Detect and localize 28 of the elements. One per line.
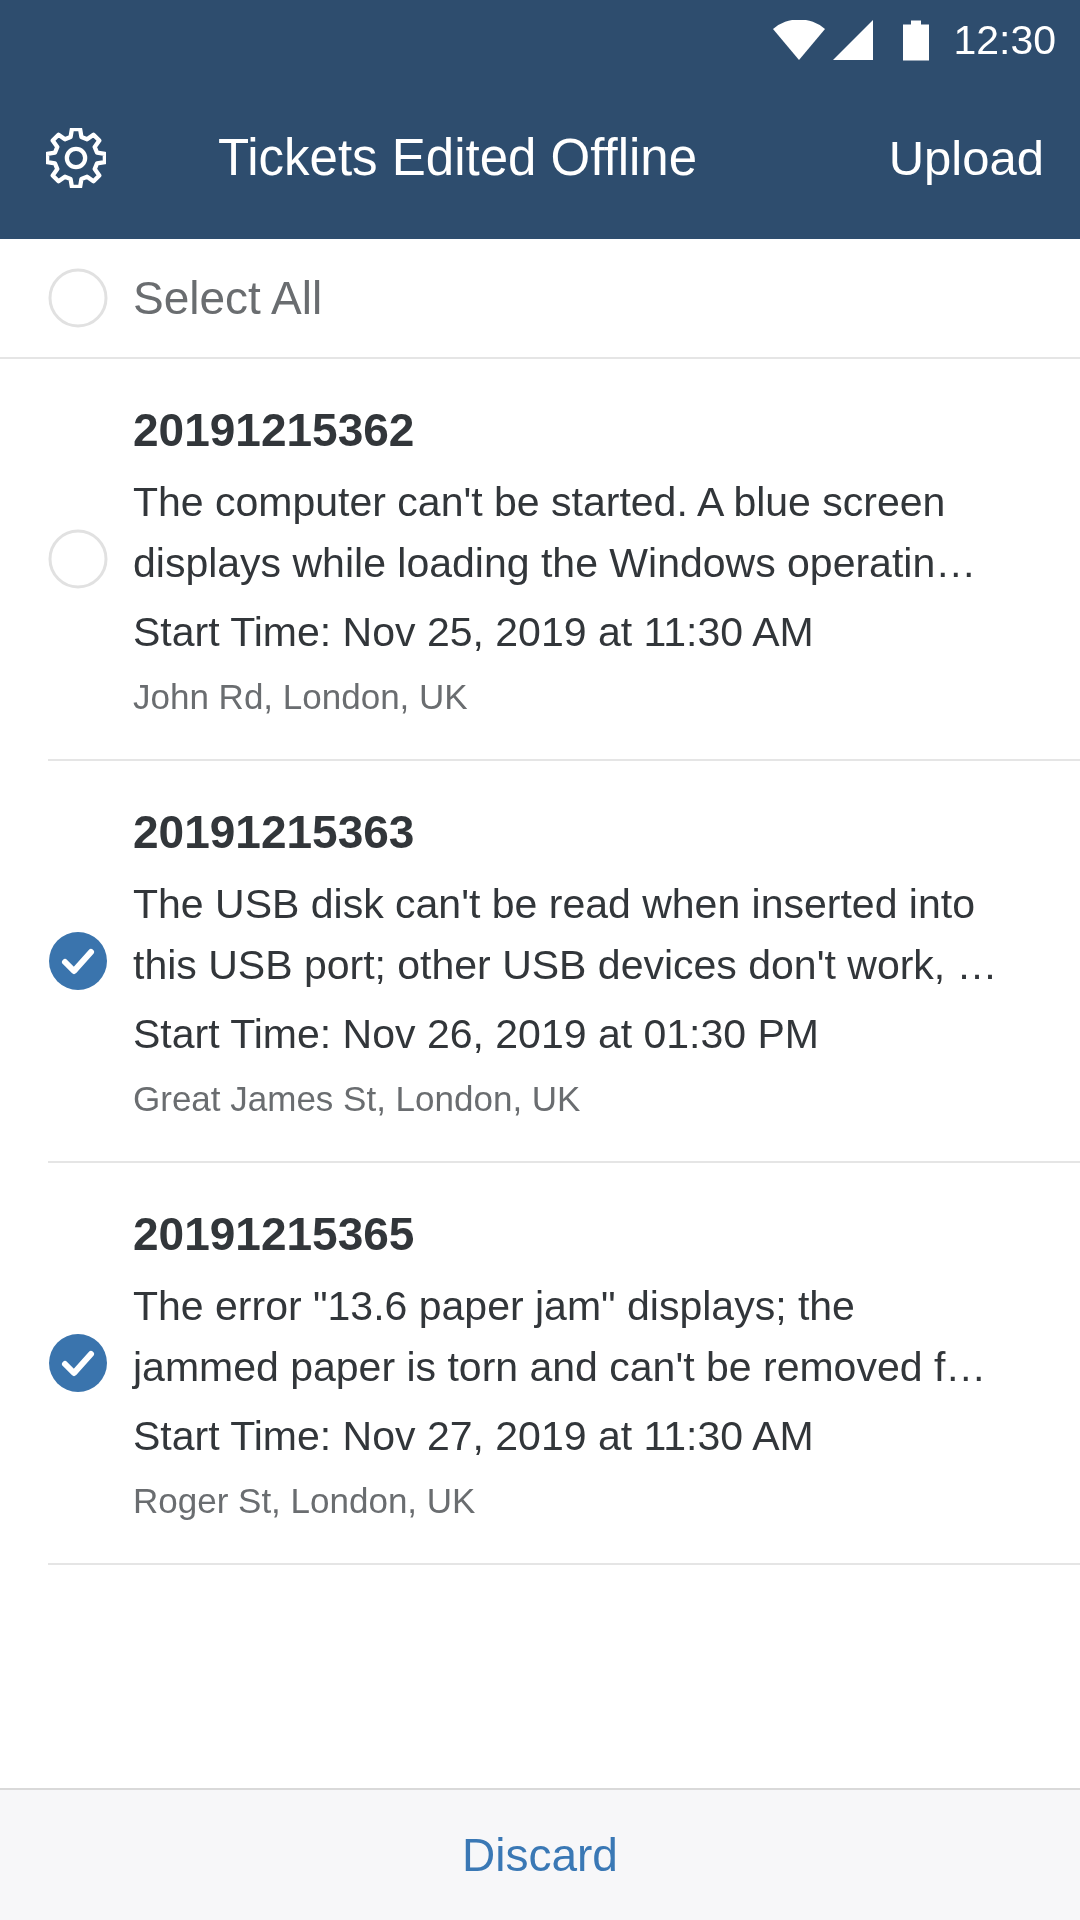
ticket-start-time: Start Time: Nov 26, 2019 at 01:30 PM — [133, 1010, 820, 1059]
status-time: 12:30 — [953, 16, 1056, 64]
ticket-checkbox[interactable] — [48, 529, 108, 589]
wifi-icon — [773, 20, 826, 60]
ticket-address: Roger St, London, UK — [133, 1480, 477, 1522]
ticket-description: The computer can't be started. A blue screen displays while loading the Windows operatin… — [133, 478, 977, 588]
ticket-list-item[interactable]: 20191215363 The USB disk can't be read when inserted into this USB port; other USB devices don't work, … Start Time: Nov 26, 2019 at 01:30 PM Great James St, London, UK — [48, 761, 1080, 1163]
discard-button[interactable]: Discard — [462, 1827, 618, 1883]
upload-button[interactable]: Upload — [888, 127, 1044, 188]
settings-icon[interactable] — [46, 127, 106, 188]
ticket-address: John Rd, London, UK — [133, 676, 469, 718]
ticket-number: 20191215365 — [133, 1207, 416, 1262]
ticket-description: The error "13.6 paper jam" displays; the jammed paper is torn and can't be removed f… — [133, 1282, 987, 1392]
ticket-address: Great James St, London, UK — [133, 1078, 582, 1120]
ticket-number: 20191215362 — [133, 403, 416, 458]
ticket-start-time: Start Time: Nov 25, 2019 at 11:30 AM — [133, 608, 815, 657]
header-title: Tickets Edited Offline — [218, 127, 698, 188]
signal-icon — [832, 20, 875, 60]
battery-icon — [903, 19, 930, 61]
ticket-checkbox[interactable] — [48, 1333, 108, 1393]
select-all-label[interactable]: Select All — [133, 270, 323, 326]
ticket-start-time: Start Time: Nov 27, 2019 at 11:30 AM — [133, 1412, 815, 1461]
ticket-list-item[interactable]: 20191215362 The computer can't be started. A blue screen displays while loading the Windows operatin… Start Time: Nov 25, 2019 at 11:30 AM John Rd, London, UK — [48, 359, 1080, 761]
ticket-checkbox[interactable] — [48, 931, 108, 991]
select-all-checkbox[interactable] — [48, 268, 108, 328]
ticket-number: 20191215363 — [133, 805, 416, 860]
ticket-description: The USB disk can't be read when inserted into this USB port; other USB devices don't work, … — [133, 880, 998, 990]
ticket-list-item[interactable]: 20191215365 The error "13.6 paper jam" displays; the jammed paper is torn and can't be removed f… Start Time: Nov 27, 2019 at 11:30 AM Roger St, London, UK — [48, 1163, 1080, 1565]
